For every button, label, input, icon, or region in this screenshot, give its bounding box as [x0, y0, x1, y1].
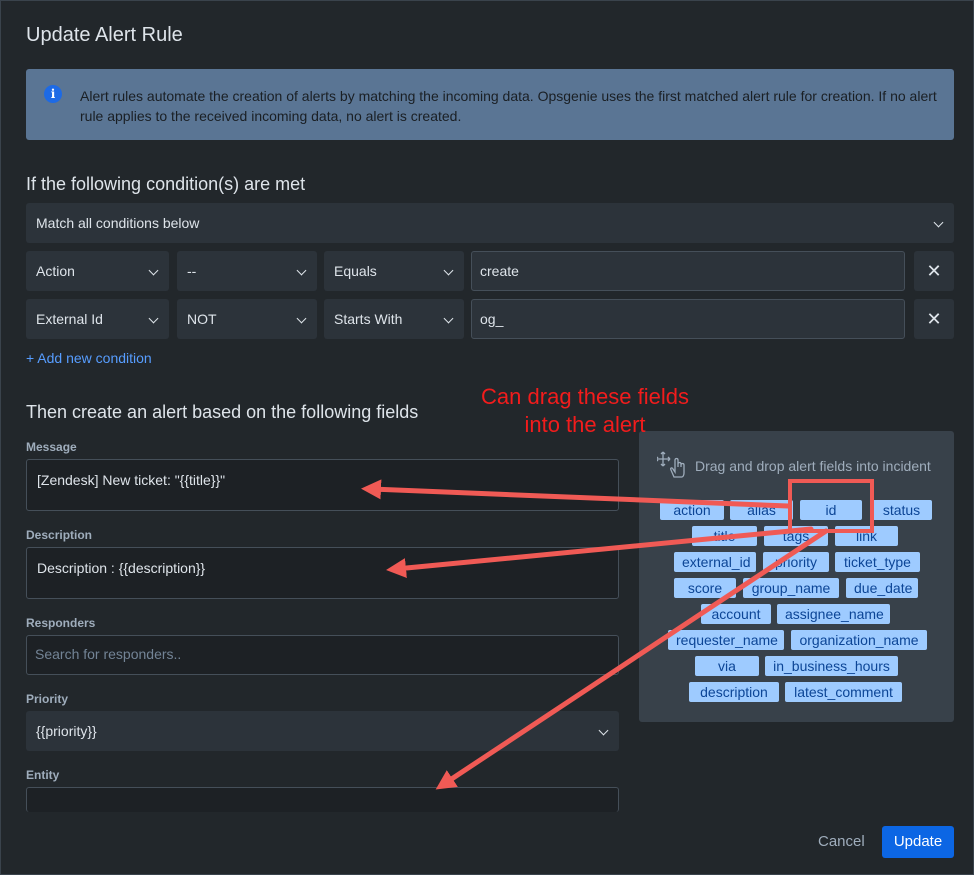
message-field[interactable]: [Zendesk] New ticket: "{{title}}"	[26, 459, 619, 511]
remove-condition-button[interactable]: ✕	[914, 299, 954, 339]
priority-label: Priority	[26, 692, 69, 706]
highlight-box	[788, 479, 874, 533]
condition-value-input[interactable]: og_	[471, 299, 905, 339]
responders-label: Responders	[26, 616, 96, 630]
priority-value: {{priority}}	[36, 723, 97, 739]
field-chip[interactable]: due_date	[846, 578, 918, 598]
chevron-down-icon	[443, 313, 454, 324]
chevron-down-icon	[443, 265, 454, 276]
field-chip[interactable]: organization_name	[791, 630, 927, 650]
field-chip[interactable]: account	[701, 604, 771, 624]
add-condition-link[interactable]: + Add new condition	[26, 350, 152, 366]
responders-input[interactable]: Search for responders..	[26, 635, 619, 675]
field-chip[interactable]: description	[689, 682, 779, 702]
update-alert-rule-dialog: Update Alert Rule i Alert rules automate…	[0, 0, 974, 875]
priority-select[interactable]: {{priority}}	[26, 711, 619, 751]
chevron-down-icon	[148, 265, 159, 276]
drag-annotation: Can drag these fields into the alert	[445, 383, 725, 439]
annotation-line: into the alert	[524, 412, 646, 437]
condition-negate-select[interactable]: --	[177, 251, 317, 291]
field-chip[interactable]: status	[871, 500, 932, 520]
chevron-down-icon	[148, 313, 159, 324]
field-chip[interactable]: latest_comment	[785, 682, 902, 702]
chevron-down-icon	[296, 313, 307, 324]
field-chip[interactable]: group_name	[743, 578, 839, 598]
update-button[interactable]: Update	[882, 826, 954, 858]
message-label: Message	[26, 440, 77, 454]
description-label: Description	[26, 528, 93, 542]
condition-operator-select[interactable]: Equals	[324, 251, 464, 291]
match-mode-value: Match all conditions below	[36, 215, 200, 231]
description-field[interactable]: Description : {{description}}	[26, 547, 619, 599]
field-chip[interactable]: via	[695, 656, 759, 676]
condition-field-select[interactable]: External Id	[26, 299, 169, 339]
remove-condition-button[interactable]: ✕	[914, 251, 954, 291]
field-chip[interactable]: external_id	[674, 552, 756, 572]
field-chip[interactable]: priority	[763, 552, 829, 572]
chevron-down-icon	[296, 265, 307, 276]
drag-drop-panel: Drag and drop alert fields into incident…	[639, 431, 954, 722]
match-mode-select[interactable]: Match all conditions below	[26, 203, 954, 243]
annotation-line: Can drag these fields	[481, 384, 689, 409]
field-chip[interactable]: score	[674, 578, 736, 598]
condition-negate-select[interactable]: NOT	[177, 299, 317, 339]
chevron-down-icon	[598, 725, 609, 736]
field-chip[interactable]: requester_name	[668, 630, 784, 650]
condition-field-value: Action	[36, 263, 75, 279]
drag-hand-icon	[657, 451, 685, 478]
condition-field-select[interactable]: Action	[26, 251, 169, 291]
info-icon: i	[44, 85, 62, 103]
condition-negate-value: --	[187, 263, 197, 279]
info-banner: i Alert rules automate the creation of a…	[26, 69, 954, 140]
condition-operator-value: Starts With	[334, 311, 403, 327]
field-chip[interactable]: ticket_type	[835, 552, 920, 572]
field-chip[interactable]: alias	[730, 500, 793, 520]
field-chip[interactable]: title	[692, 526, 757, 546]
entity-label: Entity	[26, 768, 60, 782]
condition-negate-value: NOT	[187, 311, 217, 327]
entity-field[interactable]	[26, 787, 619, 812]
fields-heading: Then create an alert based on the follow…	[26, 402, 419, 422]
dialog-title: Update Alert Rule	[26, 24, 183, 46]
drag-drop-hint: Drag and drop alert fields into incident	[695, 458, 931, 474]
field-chip[interactable]: in_business_hours	[765, 656, 898, 676]
field-chip[interactable]: action	[660, 500, 724, 520]
condition-operator-select[interactable]: Starts With	[324, 299, 464, 339]
condition-field-value: External Id	[36, 311, 103, 327]
field-chip[interactable]: assignee_name	[777, 604, 890, 624]
info-text: Alert rules automate the creation of ale…	[80, 88, 937, 124]
condition-value-input[interactable]: create	[471, 251, 905, 291]
cancel-button[interactable]: Cancel	[818, 833, 865, 850]
conditions-heading: If the following condition(s) are met	[26, 174, 306, 194]
condition-operator-value: Equals	[334, 263, 377, 279]
chevron-down-icon	[933, 217, 944, 228]
